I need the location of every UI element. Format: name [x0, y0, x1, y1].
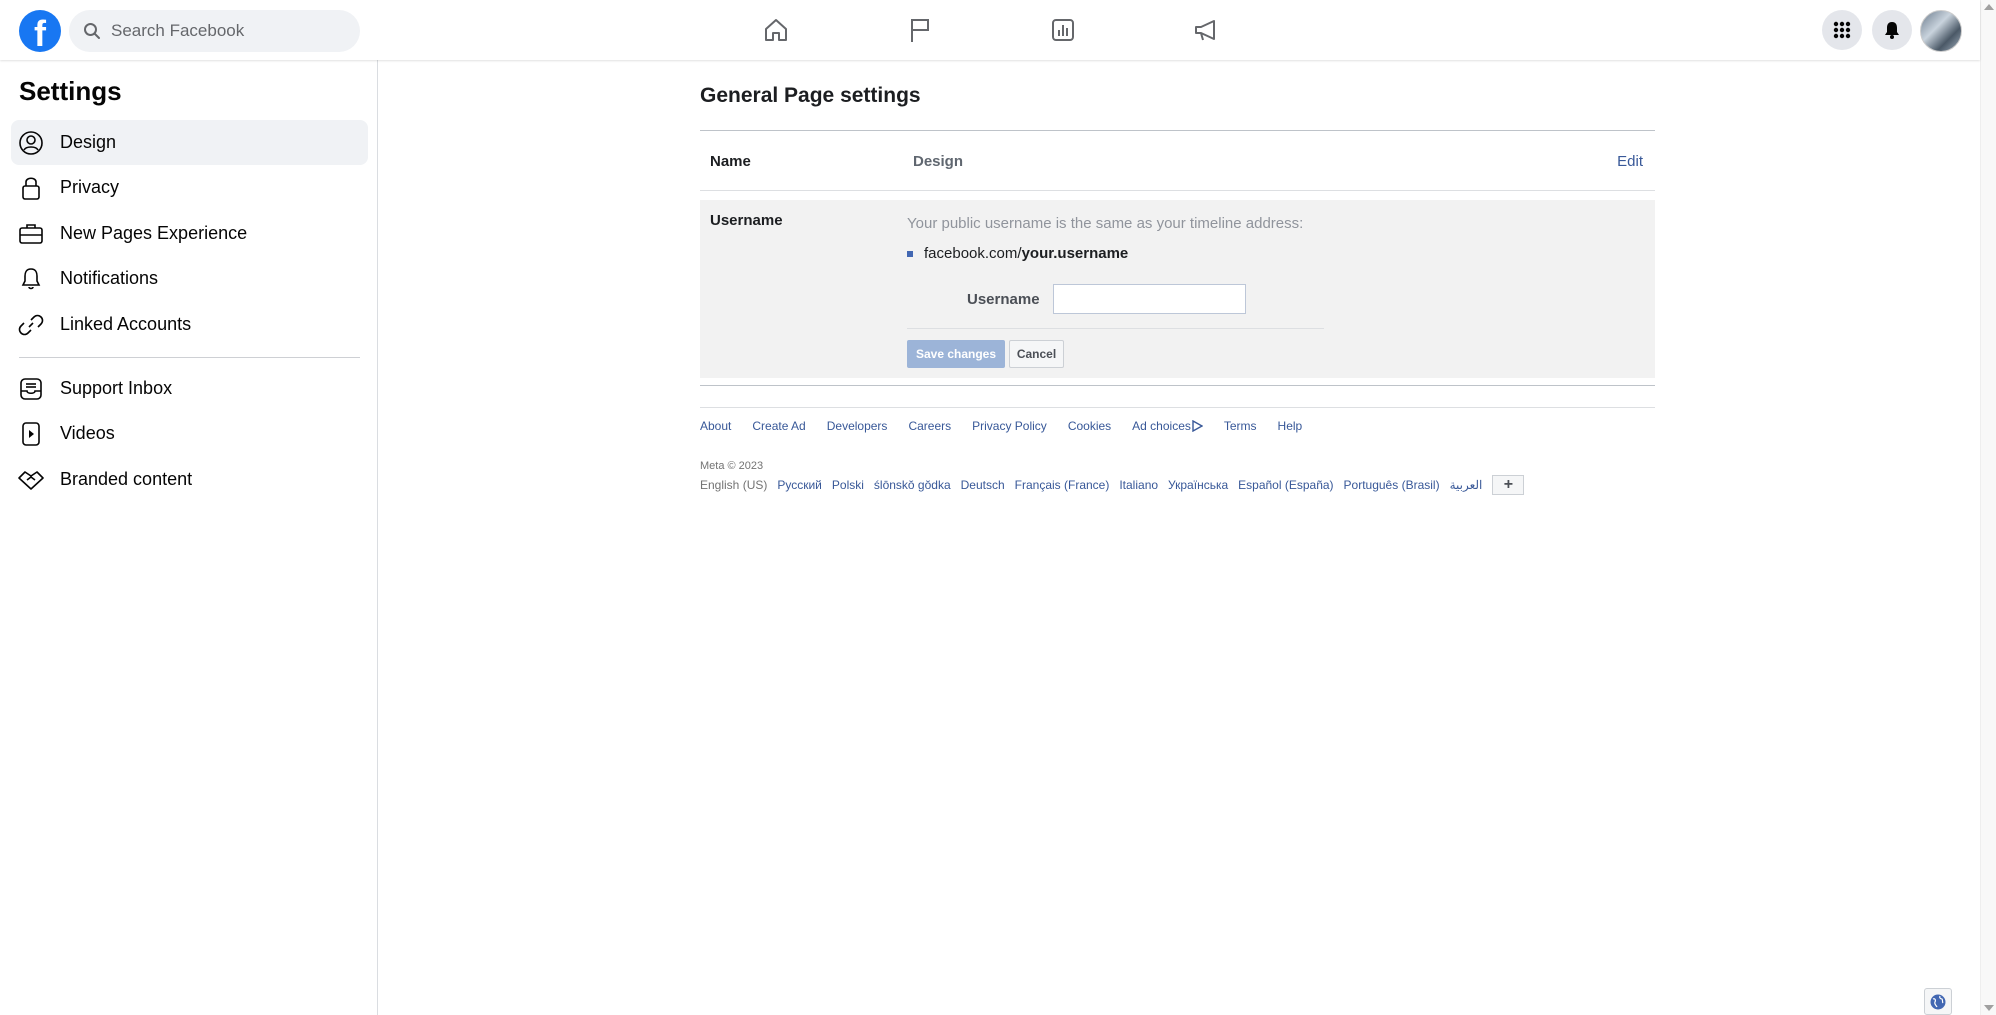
language-option[interactable]: ślōnskŏ gŏdka — [874, 478, 951, 492]
footer-divider — [700, 407, 1655, 408]
url-suffix: your.username — [1021, 245, 1129, 262]
footer-link-developers[interactable]: Developers — [827, 419, 888, 433]
language-option[interactable]: Português (Brasil) — [1344, 478, 1440, 492]
sidebar-divider — [19, 357, 360, 358]
edit-name-link[interactable]: Edit — [1617, 153, 1643, 170]
language-option[interactable]: Українська — [1168, 478, 1228, 492]
footer-link-help[interactable]: Help — [1278, 419, 1303, 433]
username-row-label: Username — [710, 212, 783, 229]
settings-sidebar: Settings Design Privacy New Pages Experi… — [0, 60, 378, 1015]
language-option[interactable]: العربية — [1450, 478, 1483, 492]
chart-icon[interactable] — [1047, 14, 1079, 46]
flag-icon[interactable] — [904, 14, 936, 46]
lock-icon — [17, 174, 45, 202]
sidebar-item-label: Linked Accounts — [60, 314, 192, 334]
footer-link-terms[interactable]: Terms — [1224, 419, 1257, 433]
search-box[interactable] — [69, 10, 360, 52]
ad-choices-icon — [1192, 420, 1203, 432]
home-icon[interactable] — [760, 14, 792, 46]
username-url: facebook.com/your.username — [907, 245, 1128, 262]
footer-link-create-ad[interactable]: Create Ad — [752, 419, 805, 433]
link-icon — [17, 311, 45, 339]
section-divider — [700, 385, 1655, 386]
sidebar-item-label: Privacy — [60, 177, 120, 197]
footer-link-careers[interactable]: Careers — [908, 419, 951, 433]
language-list: English (US) Русский Polski ślōnskŏ gŏdk… — [700, 475, 1525, 495]
username-field-label: Username — [967, 291, 1040, 308]
language-option[interactable]: Italiano — [1119, 478, 1158, 492]
search-icon — [84, 23, 100, 39]
more-languages-button[interactable]: + — [1492, 475, 1525, 495]
language-option[interactable]: Español (España) — [1238, 478, 1333, 492]
language-option[interactable]: Русский — [777, 478, 822, 492]
scroll-down-arrow[interactable] — [1984, 1005, 1994, 1011]
user-circle-icon — [17, 129, 45, 157]
username-description: Your public username is the same as your… — [907, 215, 1304, 232]
sidebar-item-label: New Pages Experience — [60, 223, 248, 243]
briefcase-icon — [17, 220, 45, 248]
footer-link-about[interactable]: About — [700, 419, 731, 433]
sidebar-item-label: Videos — [60, 423, 115, 443]
page-title: General Page settings — [700, 84, 921, 107]
language-option[interactable]: Français (France) — [1015, 478, 1110, 492]
footer-link-cookies[interactable]: Cookies — [1068, 419, 1111, 433]
sidebar-item-label: Branded content — [60, 469, 193, 489]
sidebar-item-support-inbox[interactable]: Support Inbox — [11, 366, 368, 411]
avatar[interactable] — [1920, 10, 1962, 52]
language-option[interactable]: Polski — [832, 478, 864, 492]
sidebar-item-label: Notifications — [60, 268, 159, 288]
bullet-icon — [907, 250, 913, 257]
sidebar-item-label: Support Inbox — [60, 378, 173, 398]
video-icon — [17, 420, 45, 448]
panel-divider — [907, 328, 1324, 329]
name-row-value: Design — [913, 153, 964, 170]
top-bar: f — [0, 0, 1980, 60]
title-divider — [700, 130, 1655, 131]
facebook-logo[interactable]: f — [19, 10, 61, 52]
sidebar-item-notifications[interactable]: Notifications — [11, 256, 368, 301]
footer-link-ad-choices[interactable]: Ad choices — [1132, 419, 1203, 433]
bell-outline-icon — [17, 265, 45, 293]
copyright: Meta © 2023 — [700, 460, 764, 472]
sidebar-item-new-pages-experience[interactable]: New Pages Experience — [11, 211, 368, 256]
sidebar-item-linked-accounts[interactable]: Linked Accounts — [11, 302, 368, 347]
language-option[interactable]: Deutsch — [961, 478, 1005, 492]
cancel-button[interactable]: Cancel — [1009, 340, 1064, 368]
inbox-icon — [17, 375, 45, 403]
save-changes-button[interactable]: Save changes — [907, 340, 1005, 368]
ad-choices-label: Ad choices — [1132, 419, 1191, 433]
sidebar-item-design[interactable]: Design — [11, 120, 368, 165]
sidebar-item-branded-content[interactable]: Branded content — [11, 457, 368, 502]
globe-icon[interactable] — [1924, 988, 1952, 1015]
name-row-label: Name — [710, 153, 751, 170]
sidebar-item-videos[interactable]: Videos — [11, 411, 368, 456]
username-input[interactable] — [1053, 284, 1246, 314]
name-row-divider — [700, 190, 1655, 191]
scroll-up-arrow[interactable] — [1984, 4, 1994, 10]
handshake-icon — [17, 466, 45, 494]
url-prefix: facebook.com/ — [924, 245, 1022, 262]
sidebar-title: Settings — [19, 76, 122, 106]
bell-icon[interactable] — [1872, 10, 1912, 50]
username-edit-panel: Username Your public username is the sam… — [700, 200, 1655, 378]
footer-links: About Create Ad Developers Careers Priva… — [700, 419, 1323, 433]
megaphone-icon[interactable] — [1190, 14, 1222, 46]
search-input[interactable] — [111, 21, 351, 41]
sidebar-item-label: Design — [60, 132, 117, 152]
footer-link-privacy-policy[interactable]: Privacy Policy — [972, 419, 1047, 433]
page-scrollbar[interactable] — [1980, 0, 1996, 1015]
language-current: English (US) — [700, 478, 768, 492]
sidebar-item-privacy[interactable]: Privacy — [11, 165, 368, 210]
menu-grid-icon[interactable] — [1822, 10, 1862, 50]
